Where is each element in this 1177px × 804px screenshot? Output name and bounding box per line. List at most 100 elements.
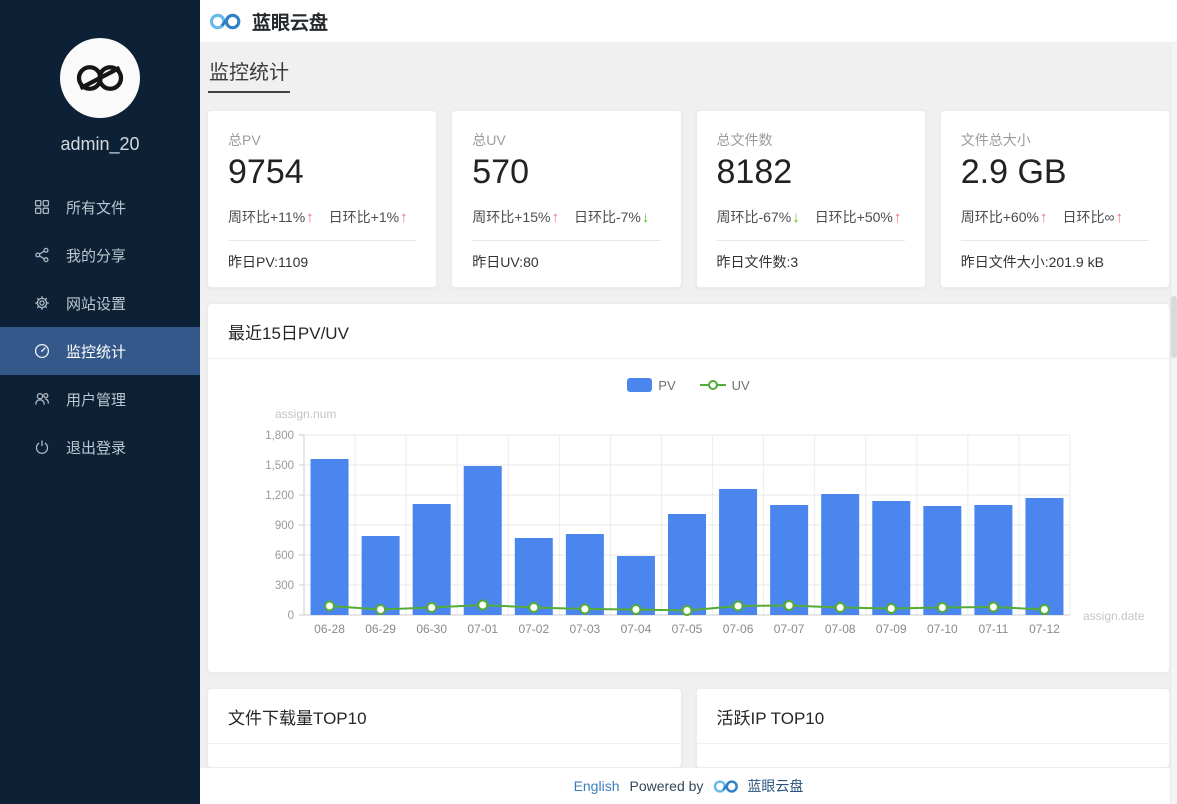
users-icon	[33, 390, 51, 408]
top10-active-ip-panel: 活跃IP TOP10	[696, 688, 1171, 768]
svg-text:07-10: 07-10	[927, 622, 958, 636]
gauge-icon	[33, 342, 51, 360]
svg-text:07-03: 07-03	[570, 622, 601, 636]
sidebar-item-label: 监控统计	[66, 341, 126, 362]
footer-brand-link[interactable]: 蓝眼云盘	[713, 776, 803, 796]
chart-area[interactable]: 03006009001,2001,5001,80006-2806-2906-30…	[208, 402, 1169, 659]
sidebar-item-user-management[interactable]: 用户管理	[0, 375, 200, 423]
powered-by-text: Powered by	[629, 778, 703, 794]
stat-footer: 昨日PV:1109	[228, 252, 416, 272]
main-area: 蓝眼云盘 监控统计 总PV 9754 周环比+11%↑ 日环比+1%↑ 昨日PV…	[200, 0, 1177, 804]
svg-text:06-29: 06-29	[365, 622, 396, 636]
legend-bar-swatch	[627, 378, 652, 392]
svg-text:07-01: 07-01	[467, 622, 498, 636]
top10-downloads-panel: 文件下载量TOP10	[207, 688, 682, 768]
svg-text:1,800: 1,800	[265, 430, 294, 442]
vertical-scrollbar-track[interactable]	[1170, 43, 1177, 804]
top10-active-ip-title: 活跃IP TOP10	[697, 689, 1170, 744]
svg-text:900: 900	[275, 520, 294, 532]
language-link[interactable]: English	[574, 778, 620, 794]
trend-row: 周环比+11%↑ 日环比+1%↑	[228, 207, 416, 227]
week-trend: 周环比+15%	[472, 207, 550, 227]
svg-text:07-02: 07-02	[518, 622, 549, 636]
page-title: 监控统计	[208, 56, 290, 93]
day-trend: 日环比+50%	[815, 207, 893, 227]
username: admin_20	[0, 134, 200, 155]
pvuv-chart-svg[interactable]: 03006009001,2001,5001,80006-2806-2906-30…	[208, 402, 1167, 654]
trend-up-icon: ↑	[1040, 209, 1048, 226]
sidebar-item-monitor-stats[interactable]: 监控统计	[0, 327, 200, 375]
trend-up-icon: ↑	[551, 209, 559, 226]
brand-infinity-logo-icon	[713, 778, 740, 795]
divider	[228, 240, 416, 241]
sidebar-nav: 所有文件 我的分享 网站设置 监控统计	[0, 183, 200, 471]
avatar[interactable]	[60, 38, 140, 118]
power-icon	[33, 438, 51, 456]
brand-infinity-logo-icon[interactable]	[209, 11, 243, 32]
legend-item-uv[interactable]: UV	[700, 378, 750, 393]
sidebar-item-logout[interactable]: 退出登录	[0, 423, 200, 471]
svg-text:07-04: 07-04	[621, 622, 652, 636]
day-trend: 日环比∞	[1062, 207, 1114, 227]
trend-row: 周环比+60%↑ 日环比∞↑	[961, 207, 1149, 227]
stat-footer: 昨日文件数:3	[717, 252, 905, 272]
avatar-wrap	[0, 38, 200, 118]
svg-text:06-30: 06-30	[416, 622, 447, 636]
day-trend: 日环比-7%	[574, 207, 641, 227]
divider	[961, 240, 1149, 241]
svg-text:300: 300	[275, 580, 294, 592]
sidebar-item-label: 用户管理	[66, 389, 126, 410]
stat-card-total-files: 总文件数 8182 周环比-67%↓ 日环比+50%↑ 昨日文件数:3	[696, 110, 926, 288]
top10-downloads-title: 文件下载量TOP10	[208, 689, 681, 744]
stat-card-total-pv: 总PV 9754 周环比+11%↑ 日环比+1%↑ 昨日PV:1109	[207, 110, 437, 288]
svg-text:07-05: 07-05	[672, 622, 703, 636]
stat-value: 570	[472, 153, 660, 192]
svg-text:07-09: 07-09	[876, 622, 907, 636]
pvuv-chart-panel: 最近15日PV/UV PVUV 03006009001,2001,5001,80…	[207, 303, 1170, 673]
share-icon	[33, 246, 51, 264]
svg-text:1,500: 1,500	[265, 460, 294, 472]
svg-text:600: 600	[275, 550, 294, 562]
sidebar-item-label: 退出登录	[66, 437, 126, 458]
trend-up-icon: ↑	[894, 209, 902, 226]
sidebar-item-all-files[interactable]: 所有文件	[0, 183, 200, 231]
stat-card-total-uv: 总UV 570 周环比+15%↑ 日环比-7%↓ 昨日UV:80	[451, 110, 681, 288]
sidebar-item-my-shares[interactable]: 我的分享	[0, 231, 200, 279]
footer-brand-text: 蓝眼云盘	[747, 776, 803, 796]
svg-text:07-07: 07-07	[774, 622, 805, 636]
svg-text:0: 0	[288, 610, 294, 622]
svg-text:assign.date: assign.date	[1083, 609, 1145, 623]
sidebar-item-site-settings[interactable]: 网站设置	[0, 279, 200, 327]
vertical-scrollbar-thumb[interactable]	[1171, 296, 1177, 358]
sidebar-item-label: 所有文件	[66, 197, 126, 218]
svg-text:07-12: 07-12	[1029, 622, 1060, 636]
brand-infinity-logo-dark	[72, 59, 128, 97]
trend-up-icon: ↑	[306, 209, 314, 226]
content: 监控统计 总PV 9754 周环比+11%↑ 日环比+1%↑ 昨日PV:1109…	[200, 43, 1177, 768]
legend-item-pv[interactable]: PV	[627, 378, 675, 393]
gear-icon	[33, 294, 51, 312]
stat-card-total-size: 文件总大小 2.9 GB 周环比+60%↑ 日环比∞↑ 昨日文件大小:201.9…	[940, 110, 1170, 288]
bottom-card-row: 文件下载量TOP10 活跃IP TOP10	[207, 688, 1170, 768]
page-footer: English Powered by 蓝眼云盘	[200, 768, 1177, 804]
trend-up-icon: ↑	[1115, 209, 1123, 226]
stat-value: 8182	[717, 153, 905, 192]
app-title[interactable]: 蓝眼云盘	[252, 8, 328, 35]
week-trend: 周环比+11%	[228, 207, 305, 227]
stat-value: 2.9 GB	[961, 153, 1149, 192]
svg-text:1,200: 1,200	[265, 490, 294, 502]
trend-down-icon: ↓	[792, 209, 800, 226]
legend-label: UV	[732, 378, 750, 393]
grid-icon	[33, 198, 51, 216]
divider	[472, 240, 660, 241]
stat-label: 总文件数	[717, 130, 905, 150]
stat-value: 9754	[228, 153, 416, 192]
chart-legend: PV UV	[208, 376, 1169, 394]
stat-footer: 昨日UV:80	[472, 252, 660, 272]
sidebar-item-label: 网站设置	[66, 293, 126, 314]
stat-label: 文件总大小	[961, 130, 1149, 150]
app-root: admin_20 所有文件 我的分享 网站设置	[0, 0, 1177, 804]
trend-up-icon: ↑	[400, 209, 408, 226]
svg-text:07-06: 07-06	[723, 622, 754, 636]
top-header: 蓝眼云盘	[200, 0, 1177, 43]
